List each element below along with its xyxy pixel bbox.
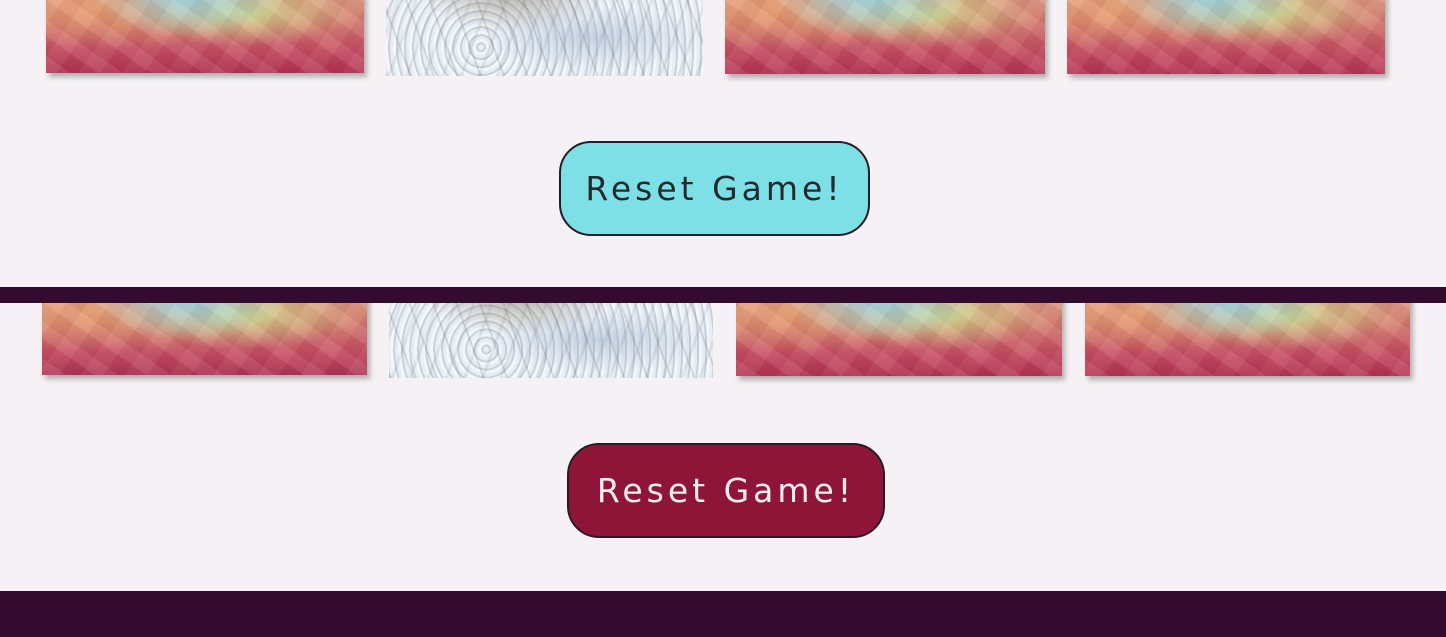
game-panel-top: Reset Game! (0, 0, 1446, 287)
memory-card-face-down[interactable] (1085, 303, 1410, 376)
game-panel-bottom: Reset Game! (0, 303, 1446, 591)
memory-card-face-down[interactable] (1067, 0, 1385, 74)
memory-card-face-up[interactable] (389, 303, 713, 378)
footer-bar (0, 591, 1446, 637)
memory-card-face-up[interactable] (386, 0, 703, 76)
memory-card-face-down[interactable] (42, 303, 367, 375)
memory-card-face-down[interactable] (46, 0, 364, 73)
section-divider (0, 287, 1446, 303)
memory-card-face-down[interactable] (725, 0, 1045, 74)
memory-card-face-down[interactable] (736, 303, 1062, 376)
reset-game-button-hover[interactable]: Reset Game! (567, 443, 885, 538)
reset-game-button[interactable]: Reset Game! (559, 141, 870, 236)
